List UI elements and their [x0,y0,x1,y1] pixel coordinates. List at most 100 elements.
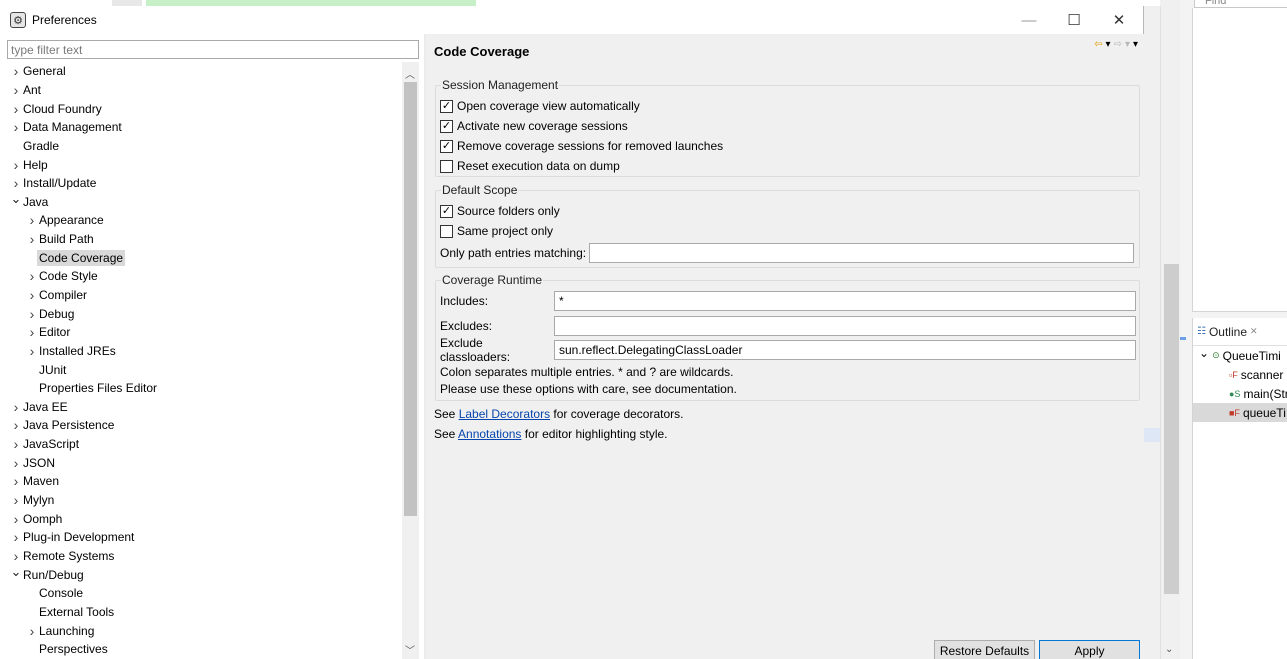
chevron-right-icon[interactable]: › [9,511,23,527]
chevron-right-icon[interactable]: › [9,529,23,545]
chevron-right-icon[interactable]: › [25,268,39,284]
tree-item-help[interactable]: › Help [0,155,402,174]
chevron-down-icon[interactable]: ⌄ [1165,644,1173,655]
tree-item-plug-in-development[interactable]: › Plug-in Development [0,528,402,547]
chevron-right-icon[interactable]: › [9,175,23,191]
tree-item-data-management[interactable]: › Data Management [0,118,402,137]
tree-item-java-ee[interactable]: › Java EE [0,398,402,417]
checkbox-checked-icon[interactable]: ✓ [440,119,453,133]
outline-item[interactable]: ▫F scanner [1193,365,1287,384]
classloaders-input[interactable] [554,340,1136,360]
chevron-right-icon[interactable]: › [25,306,39,322]
tree-item-mylyn[interactable]: › Mylyn [0,491,402,510]
tree-item-java-persistence[interactable]: › Java Persistence [0,416,402,435]
chevron-right-icon[interactable]: › [9,473,23,489]
chevron-right-icon[interactable]: › [9,455,23,471]
outline-item[interactable]: ●S main(Str [1193,384,1287,403]
tree-item-junit[interactable]: JUnit [0,360,402,379]
back-menu-icon[interactable]: ▾ [1106,39,1111,50]
find-input[interactable]: Find [1194,0,1287,8]
checkbox-same-project-only[interactable]: Same project only [440,222,553,240]
checkbox-reset-execution-data-on-dump[interactable]: Reset execution data on dump [440,157,620,175]
chevron-right-icon[interactable]: › [25,324,39,340]
close-icon[interactable]: ✕ [1250,326,1258,337]
chevron-right-icon[interactable]: › [9,101,23,117]
excludes-input[interactable] [554,316,1136,336]
chevron-right-icon[interactable]: › [25,623,39,639]
close-button[interactable]: ✕ [1096,6,1142,34]
tree-item-compiler[interactable]: › Compiler [0,286,402,305]
checkbox-activate-new-coverage-sessions[interactable]: ✓ Activate new coverage sessions [440,117,628,135]
tree-item-appearance[interactable]: › Appearance [0,211,402,230]
outline-item[interactable]: ■F queueTi [1193,403,1287,422]
tree-item-perspectives[interactable]: Perspectives [0,640,402,659]
tree-item-general[interactable]: › General [0,62,402,81]
chevron-down-icon[interactable]: ⌄ [9,564,23,580]
includes-input[interactable] [554,291,1136,311]
label-decorators-link[interactable]: Label Decorators [459,407,550,421]
tree-item-run-debug[interactable]: ⌄ Run/Debug [0,564,402,584]
restore-defaults-button[interactable]: Restore Defaults [934,640,1035,659]
tree-item-cloud-foundry[interactable]: › Cloud Foundry [0,99,402,118]
outline-tab[interactable]: ☷ Outline ✕ [1193,318,1287,346]
annotations-link[interactable]: Annotations [458,427,521,441]
minimize-button[interactable]: — [1006,6,1052,34]
tree-item-json[interactable]: › JSON [0,453,402,472]
chevron-down-icon[interactable]: ⌄ [1199,346,1209,360]
tree-item-properties-files-editor[interactable]: Properties Files Editor [0,379,402,398]
tree-item-console[interactable]: Console [0,584,402,603]
chevron-right-icon[interactable]: › [9,119,23,135]
tree-item-build-path[interactable]: › Build Path [0,230,402,249]
chevron-right-icon[interactable]: › [9,548,23,564]
tree-item-java[interactable]: ⌄ Java [0,191,402,211]
tree-item-maven[interactable]: › Maven [0,472,402,491]
tree-item-gradle[interactable]: Gradle [0,137,402,156]
checkbox-checked-icon[interactable]: ✓ [440,99,453,113]
tree-item-ant[interactable]: › Ant [0,81,402,100]
forward-arrow-icon[interactable]: ⇨ [1114,39,1122,50]
checkbox-remove-coverage-sessions-for-removed-launches[interactable]: ✓ Remove coverage sessions for removed la… [440,137,723,155]
tree-item-installed-jres[interactable]: › Installed JREs [0,342,402,361]
checkbox-checked-icon[interactable]: ✓ [440,204,453,218]
checkbox-open-coverage-view-automatically[interactable]: ✓ Open coverage view automatically [440,97,640,115]
background-scroll-thumb[interactable] [1164,264,1179,594]
background-scrollbar[interactable]: ⌄ [1160,6,1180,659]
tree-item-remote-systems[interactable]: › Remote Systems [0,547,402,566]
checkbox-source-folders-only[interactable]: ✓ Source folders only [440,202,560,220]
checkbox-unchecked-icon[interactable] [440,159,453,173]
forward-menu-icon[interactable]: ▾ [1125,39,1130,50]
tree-item-oomph[interactable]: › Oomph [0,509,402,528]
view-menu-icon[interactable]: ▾ [1133,39,1138,50]
chevron-right-icon[interactable]: › [9,82,23,98]
chevron-down-icon[interactable]: ⌄ [9,191,23,207]
outline-item[interactable]: ⌄ ⊙ QueueTimi [1193,346,1287,365]
tree-item-code-style[interactable]: › Code Style [0,267,402,286]
chevron-right-icon[interactable]: › [25,212,39,228]
tree-item-editor[interactable]: › Editor [0,323,402,342]
chevron-down-icon[interactable]: ﹀ [405,642,415,657]
chevron-right-icon[interactable]: › [9,436,23,452]
chevron-right-icon[interactable]: › [25,287,39,303]
chevron-right-icon[interactable]: › [9,492,23,508]
chevron-right-icon[interactable]: › [9,63,23,79]
maximize-button[interactable]: ☐ [1051,6,1097,34]
chevron-right-icon[interactable]: › [25,343,39,359]
chevron-right-icon[interactable]: › [9,399,23,415]
tree-item-external-tools[interactable]: External Tools [0,603,402,622]
path-entries-input[interactable] [589,243,1135,263]
tree-item-install-update[interactable]: › Install/Update [0,174,402,193]
checkbox-unchecked-icon[interactable] [440,224,453,238]
chevron-right-icon[interactable]: › [25,231,39,247]
apply-button[interactable]: Apply [1039,640,1140,659]
checkbox-checked-icon[interactable]: ✓ [440,139,453,153]
tree-item-code-coverage[interactable]: Code Coverage [0,248,402,267]
tree-item-debug[interactable]: › Debug [0,304,402,323]
tree-scroll-thumb[interactable] [404,82,417,516]
filter-input[interactable] [7,40,419,59]
tree-item-javascript[interactable]: › JavaScript [0,435,402,454]
tree-item-launching[interactable]: › Launching [0,621,402,640]
chevron-right-icon[interactable]: › [9,157,23,173]
title-bar[interactable]: ⚙ Preferences — ☐ ✕ [0,6,1143,34]
chevron-right-icon[interactable]: › [9,417,23,433]
chevron-up-icon[interactable]: ︿ [405,66,415,81]
